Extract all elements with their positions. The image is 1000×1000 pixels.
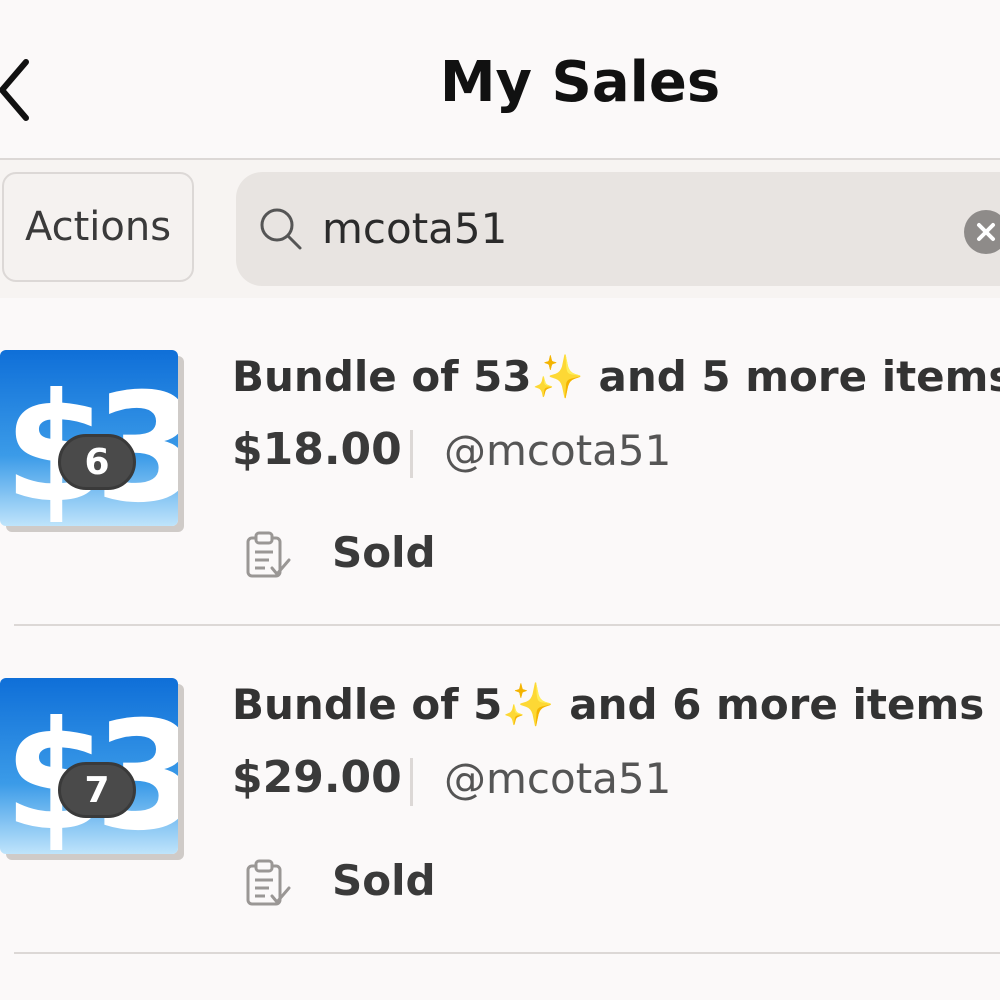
item-title-suffix: and 6 more items	[554, 680, 985, 729]
header-bar: My Sales	[0, 0, 1000, 160]
sale-price: $18.00	[232, 424, 402, 475]
sparkles-icon: ✨	[502, 680, 555, 729]
clipboard-check-icon	[246, 531, 291, 578]
item-title-text: Bundle of 5	[232, 680, 503, 729]
divider	[410, 758, 413, 806]
search-icon	[260, 208, 302, 250]
sale-list-item[interactable]: $3 6 Bundle of 53✨ and 5 more items $18.…	[0, 300, 1000, 626]
sparkles-icon: ✨	[531, 352, 584, 401]
item-title: Bundle of 5✨ and 6 more items	[232, 680, 984, 730]
status-label: Sold	[332, 856, 436, 905]
search-bar[interactable]	[236, 172, 1000, 286]
toolbar: Actions	[0, 160, 1000, 298]
buyer-username[interactable]: @mcota51	[444, 426, 671, 475]
close-icon	[977, 223, 995, 241]
row-divider	[14, 952, 1000, 954]
divider	[410, 430, 413, 478]
search-input[interactable]	[322, 196, 922, 260]
actions-button[interactable]: Actions	[2, 172, 194, 282]
clear-search-button[interactable]	[964, 210, 1000, 254]
buyer-username[interactable]: @mcota51	[444, 754, 671, 803]
page-title: My Sales	[439, 50, 721, 115]
item-count-badge: 7	[58, 762, 136, 818]
row-divider	[14, 624, 1000, 626]
sale-list-item[interactable]: $3 7 Bundle of 5✨ and 6 more items $29.0…	[0, 628, 1000, 954]
item-title-suffix: and 5 more items	[583, 352, 1000, 401]
item-count-badge: 6	[58, 434, 136, 490]
item-title: Bundle of 53✨ and 5 more items	[232, 352, 1000, 402]
clipboard-check-icon	[246, 859, 291, 906]
status-label: Sold	[332, 528, 436, 577]
item-title-text: Bundle of 53	[232, 352, 532, 401]
sale-price: $29.00	[232, 752, 402, 803]
